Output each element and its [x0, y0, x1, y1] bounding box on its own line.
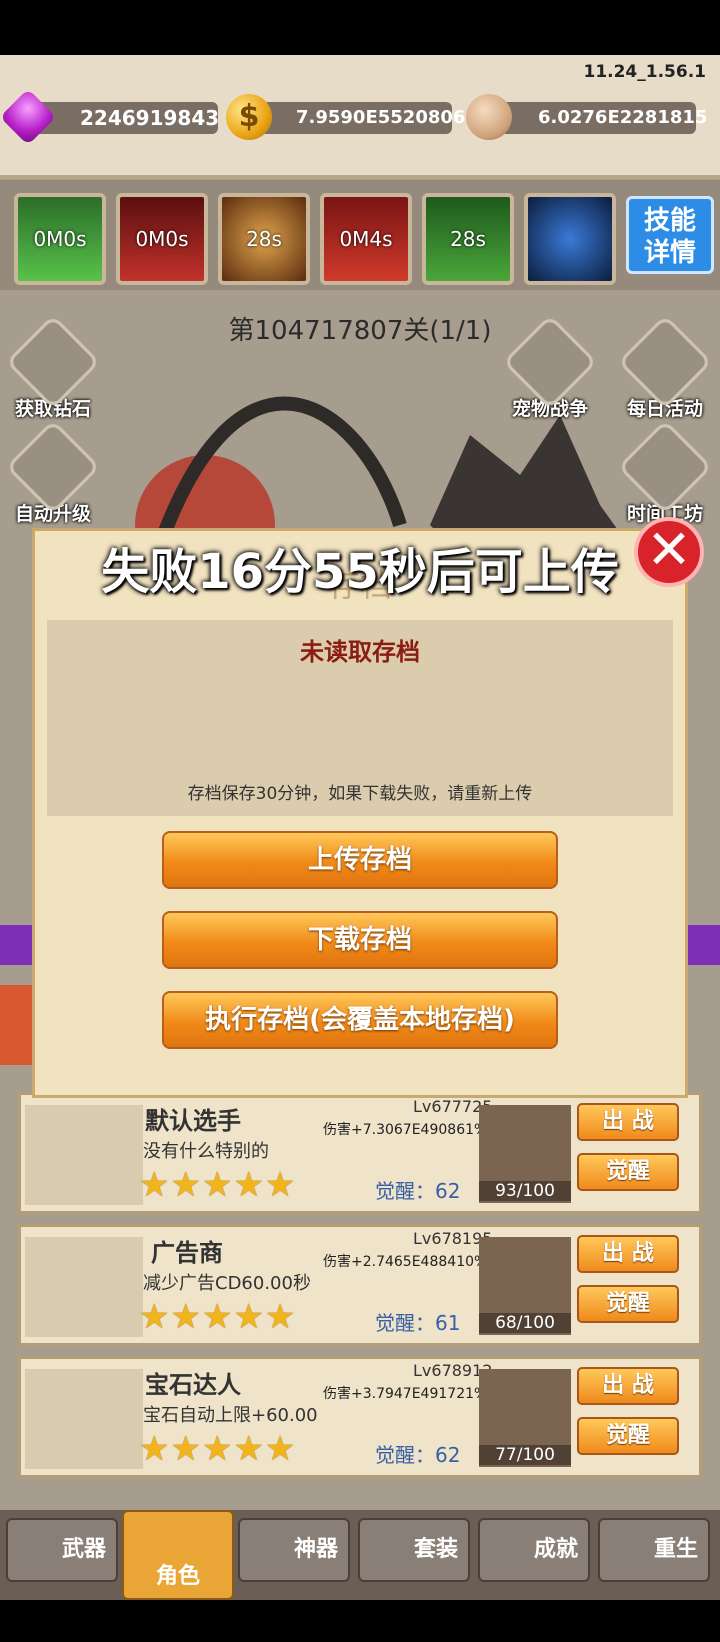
tab-achievements[interactable]: 成就 — [478, 1518, 590, 1582]
dialog-heading: 未读取存档 — [300, 638, 420, 666]
hero-damage: 伤害+2.7465E488410% — [323, 1254, 488, 1270]
skull-value: 6.0276E2281815 — [486, 102, 707, 134]
tab-sets[interactable]: 套装 — [358, 1518, 470, 1582]
tab-weapons[interactable]: 武器 — [6, 1518, 118, 1582]
close-dialog-button[interactable]: ✕ — [634, 517, 704, 587]
hero-stars: ★★★★★ — [139, 1165, 297, 1205]
stage-label: 第104717807关(1/1) — [228, 316, 492, 346]
skill-detail-button[interactable]: 技能详情 — [626, 196, 714, 274]
skull-counter: 6.0276E2281815 — [466, 94, 707, 140]
gold-counter: 7.9590E5520806 $ — [226, 94, 465, 140]
hero-description: 宝石自动上限+60.00 — [143, 1405, 318, 1426]
version-label: 11.24_1.56.1 — [583, 62, 706, 82]
awaken-button[interactable]: 觉醒 — [577, 1153, 679, 1191]
daily-events-button[interactable]: 每日活动 — [617, 314, 713, 421]
get-gems-button[interactable]: 获取钻石 — [5, 314, 101, 421]
hero-portrait — [25, 1369, 143, 1469]
hero-portrait — [25, 1105, 143, 1205]
skill-slot-1[interactable]: 0M0s — [14, 193, 106, 285]
time-workshop-button[interactable]: 时间工坊 — [617, 419, 713, 526]
hero-stars: ★★★★★ — [139, 1429, 297, 1469]
hero-card-count: 93/100 — [479, 1181, 571, 1201]
hero-name: 默认选手 — [145, 1107, 241, 1135]
pet-war-button[interactable]: 宠物战争 — [502, 314, 598, 421]
gems-value: 2246919843 — [28, 102, 219, 134]
apply-save-button[interactable]: 执行存档(会覆盖本地存档) — [162, 991, 558, 1049]
hero-description: 减少广告CD60.00秒 — [143, 1273, 311, 1294]
hero-damage: 伤害+3.7947E491721% — [323, 1386, 488, 1402]
hero-description: 没有什么特别的 — [143, 1141, 269, 1162]
skill-slot-3[interactable]: 28s — [218, 193, 310, 285]
tab-rebirth[interactable]: 重生 — [598, 1518, 710, 1582]
awaken-button[interactable]: 觉醒 — [577, 1285, 679, 1323]
gem-icon — [0, 88, 57, 146]
status-bar — [0, 0, 720, 55]
skill-slot-4[interactable]: 0M4s — [320, 193, 412, 285]
upload-cooldown-banner: 失败16分55秒后可上传 — [101, 544, 619, 600]
hero-damage: 伤害+7.3067E490861% — [323, 1122, 488, 1138]
skill-slot-6[interactable] — [524, 193, 616, 285]
deploy-button[interactable]: 出 战 — [577, 1103, 679, 1141]
download-save-button[interactable]: 下载存档 — [162, 911, 558, 969]
gems-counter: 2246919843 — [0, 88, 220, 146]
hero-portrait — [25, 1237, 143, 1337]
hero-card-2: 广告商 Lv678195 伤害+2.7465E488410% 减少广告CD60.… — [18, 1224, 702, 1346]
hero-card-3: 宝石达人 Lv678912 伤害+3.7947E491721% 宝石自动上限+6… — [18, 1356, 702, 1478]
auto-upgrade-button[interactable]: 自动升级 — [5, 419, 101, 526]
skull-icon — [466, 94, 512, 140]
hero-name: 广告商 — [151, 1239, 223, 1267]
skill-detail-label: 技能详情 — [643, 206, 696, 268]
skill-slot-5[interactable]: 28s — [422, 193, 514, 285]
close-icon: ✕ — [646, 518, 692, 581]
skill-slot-2[interactable]: 0M0s — [116, 193, 208, 285]
tab-artifacts[interactable]: 神器 — [238, 1518, 350, 1582]
deploy-button[interactable]: 出 战 — [577, 1367, 679, 1405]
gold-value: 7.9590E5520806 — [244, 102, 465, 134]
hero-awakening: 觉醒：62 — [375, 1443, 461, 1467]
hero-card-count: 77/100 — [479, 1445, 571, 1465]
hero-name: 宝石达人 — [145, 1371, 241, 1399]
gold-coin-icon: $ — [226, 94, 272, 140]
hero-awakening: 觉醒：61 — [375, 1311, 461, 1335]
hero-stars: ★★★★★ — [139, 1297, 297, 1337]
dialog-note: 存档保存30分钟，如果下载失败，请重新上传 — [187, 784, 533, 804]
hero-awakening: 觉醒：62 — [375, 1179, 461, 1203]
deploy-button[interactable]: 出 战 — [577, 1235, 679, 1273]
upload-save-button[interactable]: 上传存档 — [162, 831, 558, 889]
tab-characters[interactable]: 角色 — [122, 1510, 234, 1600]
hero-card-count: 68/100 — [479, 1313, 571, 1333]
hero-card-1: 默认选手 Lv677725 伤害+7.3067E490861% 没有什么特别的 … — [18, 1092, 702, 1214]
awaken-button[interactable]: 觉醒 — [577, 1417, 679, 1455]
